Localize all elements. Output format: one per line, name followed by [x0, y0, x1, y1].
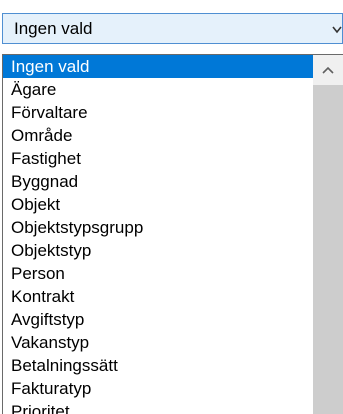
list-item-objektstyp[interactable]: Objektstyp	[3, 239, 313, 262]
combo-container: Ingen vald	[0, 0, 343, 48]
list-item-betalningssatt[interactable]: Betalningssätt	[3, 354, 313, 377]
scroll-up-button[interactable]	[313, 55, 343, 85]
combobox-value: Ingen vald	[14, 19, 93, 38]
list-item-objektstypsgrupp[interactable]: Objektstypsgrupp	[3, 216, 313, 239]
dropdown-list-panel: Ingen vald Ägare Förvaltare Område Fasti…	[2, 54, 343, 414]
list-item-byggnad[interactable]: Byggnad	[3, 170, 313, 193]
list-item-prioritet[interactable]: Prioritet	[3, 400, 313, 414]
scroll-thumb[interactable]	[313, 85, 343, 414]
list-item-fakturatyp[interactable]: Fakturatyp	[3, 377, 313, 400]
chevron-down-icon[interactable]	[332, 23, 342, 35]
list-item-kontrakt[interactable]: Kontrakt	[3, 285, 313, 308]
list-item-vakanstyp[interactable]: Vakanstyp	[3, 331, 313, 354]
list-item-fastighet[interactable]: Fastighet	[3, 147, 313, 170]
selection-combobox[interactable]: Ingen vald	[2, 13, 343, 44]
dropdown-list: Ingen vald Ägare Förvaltare Område Fasti…	[3, 55, 313, 414]
list-item-avgiftstyp[interactable]: Avgiftstyp	[3, 308, 313, 331]
list-item-forvaltare[interactable]: Förvaltare	[3, 101, 313, 124]
vertical-scrollbar[interactable]	[313, 55, 343, 414]
list-item-agare[interactable]: Ägare	[3, 78, 313, 101]
chevron-up-icon	[322, 66, 334, 74]
list-item-omrade[interactable]: Område	[3, 124, 313, 147]
list-item-person[interactable]: Person	[3, 262, 313, 285]
list-item-objekt[interactable]: Objekt	[3, 193, 313, 216]
list-item-ingen-vald[interactable]: Ingen vald	[3, 55, 313, 78]
